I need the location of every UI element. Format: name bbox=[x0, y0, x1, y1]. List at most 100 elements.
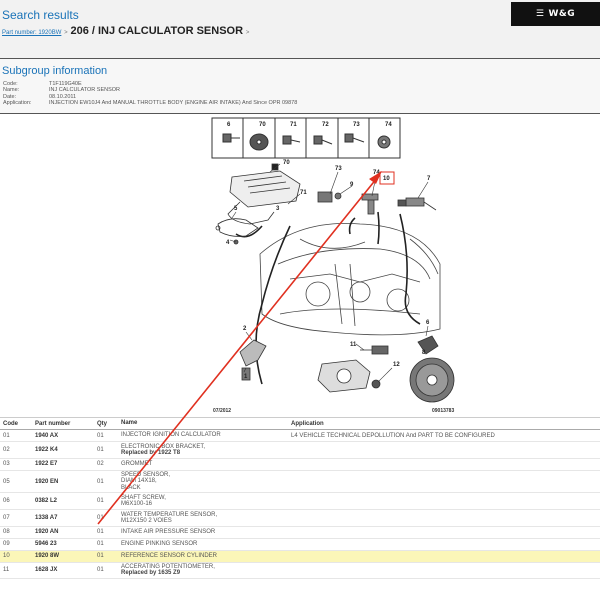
parts-table-body: 01 1940 AX 01 INJECTOR IGNITION CALCULATOR L… bbox=[0, 430, 600, 580]
callout-2[interactable]: 2 bbox=[243, 326, 247, 332]
cell-name: SHAFT SCREW, M6X100-16 bbox=[118, 495, 288, 508]
table-row[interactable]: 09 5946 23 01 ENGINE PINKING SENSOR bbox=[0, 539, 600, 551]
cell-code: 07 bbox=[3, 514, 10, 521]
callout-10[interactable]: 10 bbox=[383, 176, 390, 182]
cell-qty: 01 bbox=[97, 498, 104, 505]
bolt-72-icon bbox=[313, 135, 333, 145]
cell-name: REFERENCE SENSOR CYLINDER bbox=[118, 553, 288, 559]
cell-name: GROMMET bbox=[118, 461, 288, 467]
callout-73[interactable]: 73 bbox=[335, 166, 342, 172]
sensor-8-sketch bbox=[417, 335, 439, 355]
bolt-71-icon bbox=[282, 135, 301, 145]
logo-icon: ☰ bbox=[535, 9, 545, 19]
cell-name: ENGINE PINKING SENSOR bbox=[118, 541, 288, 547]
table-row[interactable]: 10 1920 8W 01 REFERENCE SENSOR CYLINDER bbox=[0, 550, 600, 563]
callout-6[interactable]: 6 bbox=[426, 320, 430, 326]
breadcrumb: Part number: 1920BW > 206 / INJ CALCULAT… bbox=[2, 25, 249, 37]
hardware-number-71[interactable]: 71 bbox=[290, 122, 297, 128]
cell-code: 01 bbox=[3, 432, 10, 439]
cell-part-number[interactable]: 5946 23 bbox=[32, 541, 94, 547]
header-name[interactable]: Name bbox=[118, 420, 288, 426]
callout-71[interactable]: 71 bbox=[300, 190, 307, 196]
hardware-number-70[interactable]: 70 bbox=[259, 122, 266, 128]
cell-part-number[interactable]: 1922 K4 bbox=[32, 447, 94, 453]
cell-part-number[interactable]: 1920 AN bbox=[32, 529, 94, 535]
header-qty[interactable]: Qty bbox=[94, 421, 118, 427]
exploded-parts-diagram[interactable]: 6 70 71 72 73 74 70 71 73 74 10 7 9 5 4 … bbox=[0, 114, 600, 418]
cell-part-number[interactable]: 1940 AX bbox=[32, 433, 94, 439]
cell-code: 09 bbox=[3, 541, 10, 548]
sensor-9-sketch bbox=[317, 191, 342, 203]
callout-12[interactable]: 12 bbox=[393, 362, 400, 368]
callout-11[interactable]: 11 bbox=[350, 342, 357, 348]
cell-part-number[interactable]: 1338 A7 bbox=[32, 515, 94, 521]
cell-part-number[interactable]: 1628 JX bbox=[32, 567, 94, 573]
cell-code: 06 bbox=[3, 498, 10, 505]
header-part-number[interactable]: Part number bbox=[32, 421, 94, 427]
brand-logo[interactable]: ☰ W&G bbox=[511, 2, 600, 26]
breadcrumb-code: 206 bbox=[70, 25, 89, 37]
table-row[interactable]: 01 1940 AX 01 INJECTOR IGNITION CALCULATOR L… bbox=[0, 430, 600, 442]
cell-name: SPEED SENSOR, DIAM 14X18, BLACK bbox=[118, 472, 288, 491]
header-code[interactable]: Code bbox=[0, 421, 32, 427]
sensor-7-sketch bbox=[397, 197, 437, 211]
sensor-11-sketch bbox=[360, 345, 389, 355]
table-row[interactable]: 03 1922 E7 02 GROMMET bbox=[0, 459, 600, 471]
table-row[interactable]: 06 0382 L2 01 SHAFT SCREW, M6X100-16 bbox=[0, 493, 600, 511]
cell-code: 05 bbox=[3, 478, 10, 485]
callout-5[interactable]: 5 bbox=[234, 206, 238, 212]
table-row[interactable]: 07 1338 A7 01 WATER TEMPERATURE SENSOR, M12… bbox=[0, 510, 600, 527]
flywheel-sketch bbox=[409, 357, 455, 403]
cell-part-number[interactable]: 0382 L2 bbox=[32, 498, 94, 504]
cell-name: ELECTRONIC BOX BRACKET, Replaced by 1922 … bbox=[118, 444, 288, 457]
parts-table-header: Code Part number Qty Name Application bbox=[0, 418, 600, 430]
cell-qty: 01 bbox=[97, 541, 104, 548]
bolt-6-icon bbox=[222, 133, 240, 143]
search-results-title[interactable]: Search results bbox=[2, 8, 79, 22]
cell-qty: 01 bbox=[97, 529, 104, 536]
cell-code: 02 bbox=[3, 446, 10, 453]
diagram-ref-number: 09013783 bbox=[432, 408, 454, 414]
cell-code: 11 bbox=[3, 567, 10, 574]
hardware-number-72[interactable]: 72 bbox=[322, 122, 329, 128]
subgroup-title: Subgroup information bbox=[2, 65, 108, 77]
cell-name: INTAKE AIR PRESSURE SENSOR bbox=[118, 529, 288, 535]
callout-3[interactable]: 3 bbox=[276, 206, 280, 212]
subgroup-info: Code: T1F119G40E Name: INJ CALCULATOR SENS… bbox=[3, 81, 297, 107]
breadcrumb-name: / INJ CALCULATOR SENSOR bbox=[88, 25, 244, 37]
ecu-calculator-sketch bbox=[227, 163, 301, 225]
cell-name-text: INTAKE AIR PRESSURE SENSOR bbox=[121, 529, 216, 536]
cell-qty: 01 bbox=[97, 478, 104, 485]
table-row[interactable]: 02 1922 K4 01 ELECTRONIC BOX BRACKET, Replac… bbox=[0, 442, 600, 459]
hardware-number-73[interactable]: 73 bbox=[353, 122, 360, 128]
header-application[interactable]: Application bbox=[288, 421, 600, 427]
callout-9[interactable]: 9 bbox=[350, 182, 354, 188]
callout-7[interactable]: 7 bbox=[427, 176, 431, 182]
cell-qty: 01 bbox=[97, 567, 104, 574]
callout-70[interactable]: 70 bbox=[283, 160, 290, 166]
breadcrumb-part-link[interactable]: Part number: 1920BW bbox=[2, 30, 61, 36]
hardware-number-6[interactable]: 6 bbox=[227, 122, 231, 128]
cell-part-number[interactable]: 1920 EN bbox=[32, 479, 94, 485]
cell-part-number[interactable]: 1920 8W bbox=[32, 553, 94, 559]
callout-4[interactable]: 4 bbox=[226, 240, 230, 246]
info-row-application: Application: INJECTION EW10J4 And MANUAL … bbox=[3, 100, 298, 107]
cell-qty: 01 bbox=[97, 514, 104, 521]
table-row[interactable]: 11 1628 JX 01 ACCERATING POTENTIOMETER, Repl… bbox=[0, 563, 600, 580]
parts-table: Code Part number Qty Name Application 01… bbox=[0, 418, 600, 580]
cell-part-number[interactable]: 1922 E7 bbox=[32, 461, 94, 467]
table-row[interactable]: 08 1920 AN 01 INTAKE AIR PRESSURE SENSOR bbox=[0, 527, 600, 539]
breadcrumb-trail: > bbox=[245, 30, 250, 36]
hardware-strip bbox=[211, 117, 401, 159]
cell-code: 03 bbox=[3, 461, 10, 468]
cell-qty: 01 bbox=[97, 432, 104, 439]
breadcrumb-separator: > bbox=[64, 30, 68, 36]
subgroup-panel: Subgroup information Code: T1F119G40E Nam… bbox=[0, 58, 600, 114]
hardware-number-74[interactable]: 74 bbox=[385, 122, 392, 128]
cell-code: 08 bbox=[3, 529, 10, 536]
cell-name-text: SPEED SENSOR, DIAM 14X18, BLACK bbox=[121, 472, 171, 491]
callout-74[interactable]: 74 bbox=[373, 170, 380, 176]
logo-text: W&G bbox=[548, 9, 576, 19]
diagram-date: 07/2012 bbox=[213, 408, 231, 414]
table-row[interactable]: 05 1920 EN 01 SPEED SENSOR, DIAM 14X18, BLA… bbox=[0, 471, 600, 494]
